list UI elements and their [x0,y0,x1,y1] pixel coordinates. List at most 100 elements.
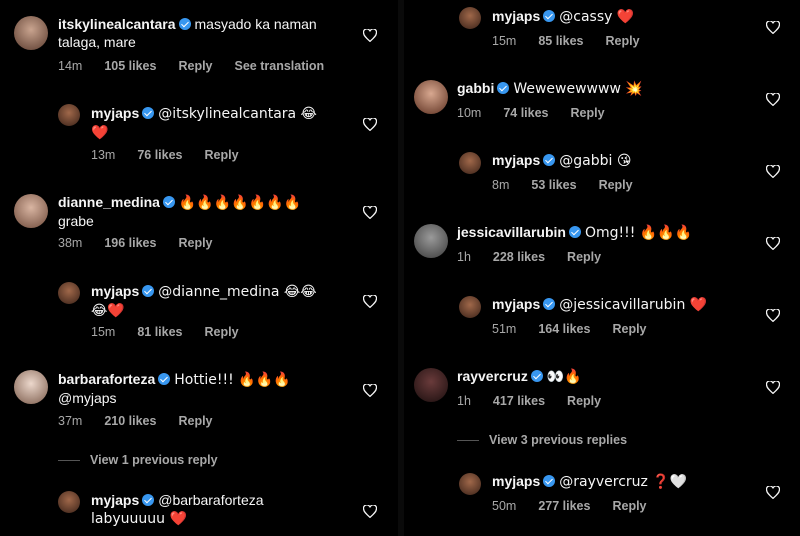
verified-badge-icon [178,18,191,30]
comment-text: @cassy ❤️ [559,9,635,25]
like-heart-icon[interactable] [363,206,377,219]
view-previous-replies-button[interactable]: View 3 previous replies [457,433,627,447]
timestamp: 1h [457,250,471,264]
reply-button[interactable]: Reply [606,34,640,48]
comment-meta: 13m 76 likes Reply [91,148,261,162]
comment-meta: 38m 196 likes Reply [58,236,235,250]
username[interactable]: myjaps [492,8,540,24]
see-translation-link[interactable]: See translation [235,59,325,73]
username[interactable]: jessicavillarubin [457,224,566,240]
comment-text: @dianne_medina 😂😂 [158,284,317,300]
comment-text-line2: labyuuuuu ❤️ [91,511,187,527]
comment-text-line2: grabe [58,213,94,229]
like-heart-icon[interactable] [766,381,780,394]
reply-button[interactable]: Reply [178,414,212,428]
view-previous-replies-button[interactable]: View 1 previous reply [58,453,218,467]
username[interactable]: myjaps [91,492,139,508]
avatar[interactable] [58,491,80,513]
username[interactable]: myjaps [492,473,540,489]
avatar[interactable] [414,368,448,402]
like-heart-icon[interactable] [766,21,780,34]
like-heart-icon[interactable] [363,505,377,518]
timestamp: 37m [58,414,83,428]
likes-count[interactable]: 53 likes [531,178,576,192]
like-heart-icon[interactable] [363,118,377,131]
reply-button[interactable]: Reply [205,148,239,162]
like-heart-icon[interactable] [766,309,780,322]
likes-count[interactable]: 76 likes [137,148,182,162]
likes-count[interactable]: 196 likes [104,236,156,250]
timestamp: 51m [492,322,517,336]
verified-badge-icon [530,370,543,382]
comment-text-line2: 😂❤️ [91,303,125,319]
reply-button[interactable]: Reply [178,236,212,250]
verified-badge-icon [543,475,556,487]
like-heart-icon[interactable] [766,237,780,250]
like-heart-icon[interactable] [766,165,780,178]
divider-line [457,440,479,442]
avatar[interactable] [14,194,48,228]
avatar[interactable] [414,224,448,258]
username[interactable]: rayvercruz [457,368,528,384]
reply-button[interactable]: Reply [571,106,605,120]
like-heart-icon[interactable] [363,295,377,308]
like-heart-icon[interactable] [363,384,377,397]
username[interactable]: itskylinealcantara [58,16,176,32]
username[interactable]: myjaps [91,105,139,121]
timestamp: 1h [457,394,471,408]
like-heart-icon[interactable] [766,93,780,106]
verified-badge-icon [142,494,155,506]
avatar[interactable] [14,16,48,50]
avatar[interactable] [459,152,481,174]
timestamp: 15m [492,34,517,48]
reply-button[interactable]: Reply [612,322,646,336]
comment-text: Omg!!! 🔥🔥🔥 [584,225,693,241]
username[interactable]: dianne_medina [58,194,160,210]
like-heart-icon[interactable] [766,486,780,499]
comment-text: 👀🔥 [546,369,582,385]
reply-button[interactable]: Reply [567,250,601,264]
reply-button[interactable]: Reply [567,394,601,408]
likes-count[interactable]: 210 likes [104,414,156,428]
avatar[interactable] [14,370,48,404]
likes-count[interactable]: 81 likes [137,325,182,339]
verified-badge-icon [142,285,155,297]
username[interactable]: gabbi [457,80,494,96]
avatar[interactable] [58,104,80,126]
reply-button[interactable]: Reply [205,325,239,339]
username[interactable]: myjaps [492,296,540,312]
comment-text: Hottie!!! 🔥🔥🔥 [174,372,291,388]
right-comments-panel: myjaps @cassy ❤️ 15m 85 likes Reply gabbi We… [404,0,800,536]
avatar[interactable] [459,296,481,318]
comment-meta: 15m 85 likes Reply [492,34,662,48]
avatar[interactable] [459,473,481,495]
verified-badge-icon [142,107,155,119]
likes-count[interactable]: 85 likes [538,34,583,48]
likes-count[interactable]: 277 likes [538,499,590,513]
timestamp: 15m [91,325,116,339]
username[interactable]: myjaps [91,283,139,299]
like-heart-icon[interactable] [363,29,377,42]
reply-button[interactable]: Reply [612,499,646,513]
reply-button[interactable]: Reply [599,178,633,192]
left-comments-panel: itskylinealcantara masyado ka naman talag… [0,0,398,536]
username[interactable]: barbaraforteza [58,371,155,387]
timestamp: 38m [58,236,83,250]
reply-button[interactable]: Reply [178,59,212,73]
comment-meta: 50m 277 likes Reply [492,499,669,513]
comment-text: Wewewewwww 💥 [513,81,643,97]
avatar[interactable] [459,7,481,29]
timestamp: 14m [58,59,83,73]
verified-badge-icon [158,373,171,385]
verified-badge-icon [162,196,175,208]
timestamp: 13m [91,148,116,162]
avatar[interactable] [58,282,80,304]
avatar[interactable] [414,80,448,114]
username[interactable]: myjaps [492,152,540,168]
likes-count[interactable]: 228 likes [493,250,545,264]
likes-count[interactable]: 417 likes [493,394,545,408]
likes-count[interactable]: 105 likes [104,59,156,73]
likes-count[interactable]: 164 likes [538,322,590,336]
comment-text-line2: ❤️ [91,125,109,141]
likes-count[interactable]: 74 likes [503,106,548,120]
